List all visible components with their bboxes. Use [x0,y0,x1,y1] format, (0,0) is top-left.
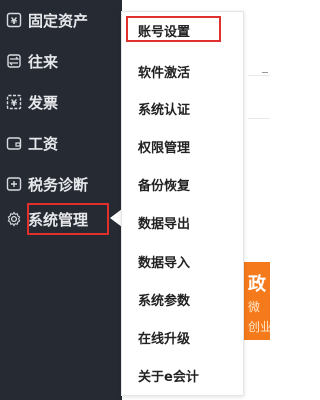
tax-diagnosis-icon [6,176,22,192]
sidebar-item-label: 往来 [28,52,59,71]
sidebar-item-label: 系统管理 [28,210,89,229]
svg-text:¥: ¥ [11,17,18,27]
system-management-submenu: 账号设置 软件激活 系统认证 权限管理 备份恢复 数据导出 数据导入 系统参数 … [121,11,244,396]
promo-line: 微 [248,300,261,314]
fixed-asset-icon: ¥ [6,12,22,28]
sidebar-item-label: 税务诊断 [28,175,89,194]
divider [248,118,270,119]
sidebar-item-payroll[interactable]: 工资 [0,123,122,163]
promo-line: 创业 [248,320,270,334]
divider [262,72,268,73]
sidebar-item-label: 固定资产 [28,11,89,30]
menu-item-about[interactable]: 关于e会计 [138,363,199,387]
menu-item-data-export[interactable]: 数据导出 [138,210,190,234]
menu-item-system-parameters[interactable]: 系统参数 [138,287,190,311]
menu-item-backup-restore[interactable]: 备份恢复 [138,172,190,196]
menu-item-account-settings[interactable]: 账号设置 [138,18,190,42]
sidebar-item-system-management[interactable]: 系统管理 [0,199,122,239]
sidebar-item-invoices[interactable]: ¥ 发票 [0,82,122,122]
sidebar-item-label: 发票 [28,93,59,112]
sidebar-item-tax-diagnosis[interactable]: 税务诊断 [0,164,122,204]
promo-banner[interactable]: 政 微 创业 [244,262,270,340]
sidebar-item-label: 工资 [28,134,59,153]
menu-item-system-certification[interactable]: 系统认证 [138,96,190,120]
wallet-icon [6,135,22,151]
menu-item-permission-management[interactable]: 权限管理 [138,134,190,158]
sidebar: ¥ 固定资产 往来 ¥ 发票 工资 税务诊断 系统管理 [0,0,122,400]
svg-text:¥: ¥ [11,99,18,109]
transfer-icon [6,53,22,69]
sidebar-item-transactions[interactable]: 往来 [0,41,122,81]
sidebar-item-fixed-assets[interactable]: ¥ 固定资产 [0,0,122,40]
menu-item-data-import[interactable]: 数据导入 [138,249,190,273]
menu-item-online-upgrade[interactable]: 在线升级 [138,325,190,349]
background-content [244,0,270,400]
promo-title: 政 [248,274,266,295]
divider [248,75,270,76]
gear-icon [6,211,22,227]
yen-icon: ¥ [6,94,22,110]
menu-item-software-activation[interactable]: 软件激活 [138,59,190,83]
